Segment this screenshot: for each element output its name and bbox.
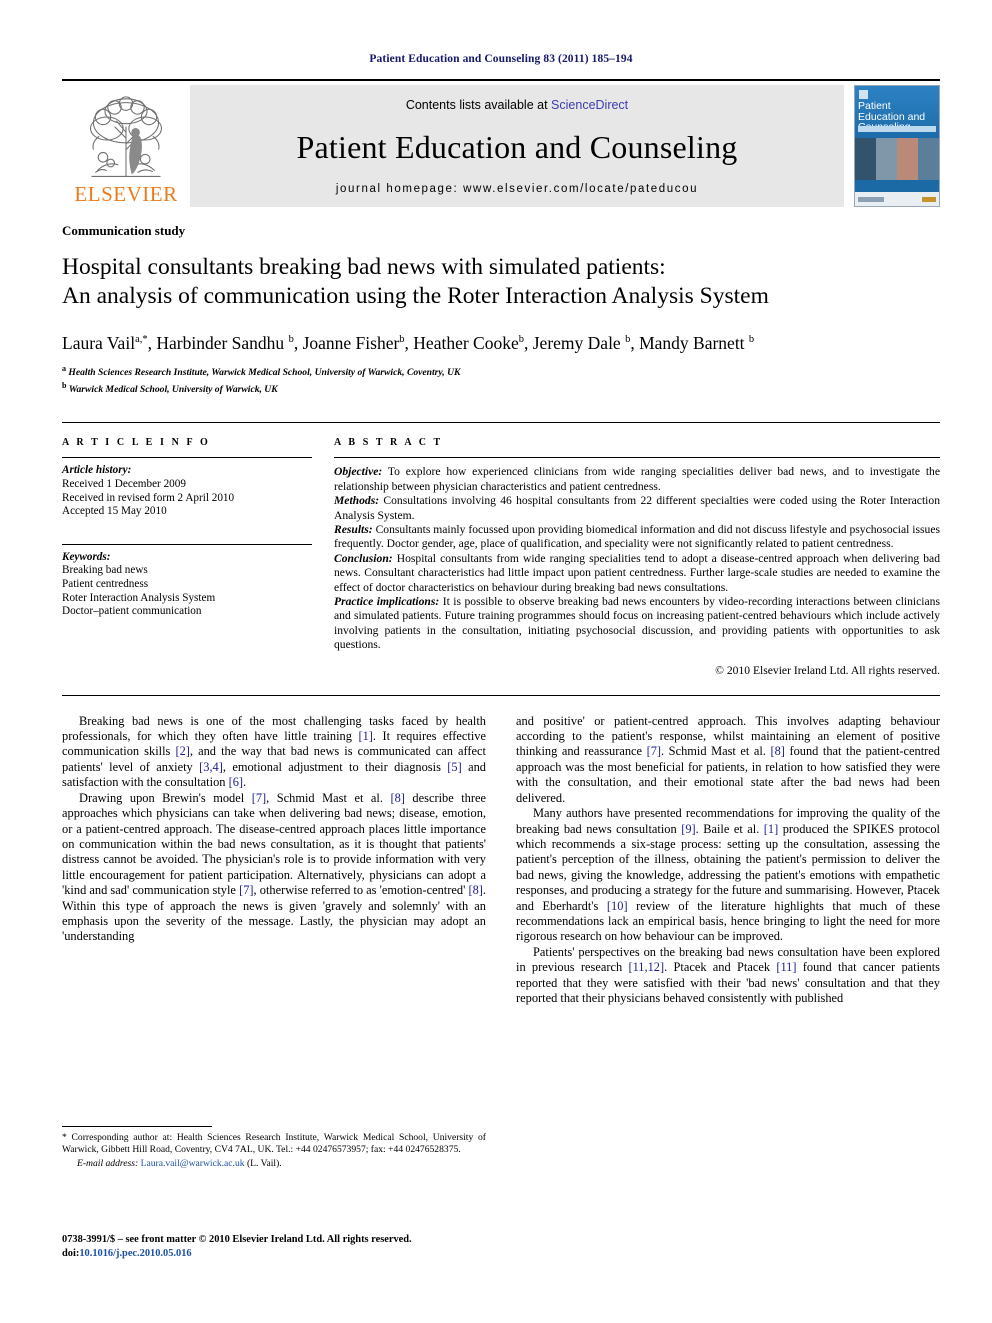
abstract-section-text: Consultations involving 46 hospital cons… (334, 494, 940, 522)
info-section-top-rule (62, 422, 940, 424)
body-top-rule (62, 694, 940, 696)
history-item: Received in revised form 2 April 2010 (62, 491, 235, 504)
body-paragraph: Patients' perspectives on the breaking b… (516, 944, 940, 1005)
elsevier-tree-icon (90, 96, 162, 177)
abstract-section-label: Objective: (334, 465, 383, 479)
doi-line: doi:10.1016/j.pec.2010.05.016 (62, 1247, 492, 1261)
abstract-section-label: Results: (334, 523, 373, 536)
article-info-column: A R T I C L E I N F O Article history: R… (62, 437, 312, 676)
keyword-item: Doctor–patient communication (62, 605, 202, 618)
keyword-item: Breaking bad news (62, 564, 148, 577)
contents-available-line: Contents lists available at ScienceDirec… (406, 98, 628, 112)
cover-photo-4 (918, 138, 939, 180)
article-title: Hospital consultants breaking bad news w… (62, 253, 940, 311)
doi-label: doi: (62, 1247, 80, 1259)
body-column-left: Breaking bad news is one of the most cha… (62, 714, 486, 1007)
abstract-section: Results: Consultants mainly focussed upo… (334, 523, 940, 552)
abstract-section-label: Methods: (334, 494, 380, 508)
cover-badge-mark (922, 196, 936, 202)
journal-article-page: Patient Education and Counseling 83 (201… (0, 0, 992, 1323)
journal-title: Patient Education and Counseling (296, 129, 738, 165)
article-info-heading: A R T I C L E I N F O (62, 437, 211, 449)
running-head: Patient Education and Counseling 83 (201… (369, 53, 633, 65)
footnote-area: * Corresponding author at: Health Scienc… (62, 1126, 486, 1171)
issn-footer: 0738-3991/$ – see front matter © 2010 El… (62, 1233, 492, 1260)
keyword-item: Patient centredness (62, 577, 149, 590)
cover-photo-1 (855, 138, 876, 180)
masthead-top-rule (62, 79, 940, 81)
affiliation-a: a Health Sciences Research Institute, Wa… (62, 364, 461, 379)
keywords-block: Keywords: Breaking bad news Patient cent… (62, 551, 312, 619)
abstract-section-text: Hospital consultants from wide ranging s… (334, 551, 940, 594)
journal-cover-thumbnail: Patient Education and Counseling (854, 85, 940, 207)
history-item: Received 1 December 2009 (62, 477, 186, 490)
abstract-copyright: © 2010 Elsevier Ireland Ltd. All rights … (715, 663, 940, 677)
abstract-section: Conclusion: Hospital consultants from wi… (334, 552, 940, 595)
journal-banner: Contents lists available at ScienceDirec… (190, 85, 844, 207)
abstract-heading: A B S T R A C T (334, 437, 443, 449)
elsevier-logo: ELSEVIER (62, 85, 190, 207)
cover-publisher-mark (858, 196, 884, 202)
issn-line: 0738-3991/$ – see front matter © 2010 El… (62, 1234, 412, 1245)
body-paragraph: Breaking bad news is one of the most cha… (62, 713, 486, 790)
keywords-label: Keywords: (62, 550, 111, 563)
article-history-block: Article history: Received 1 December 200… (62, 464, 312, 518)
article-title-line1: Hospital consultants breaking bad news w… (62, 254, 666, 280)
affiliation-b: b Warwick Medical School, University of … (62, 380, 278, 395)
cover-subtitle-band (858, 126, 936, 132)
abstract-section-label: Practice implications: (334, 595, 440, 609)
abstract-section: Methods: Consultations involving 46 hosp… (334, 494, 940, 523)
abstract-section-text: Consultants mainly focussed upon providi… (334, 523, 940, 551)
corresponding-author-note: * Corresponding author at: Health Scienc… (62, 1132, 486, 1156)
masthead: ELSEVIER Contents lists available at Sci… (62, 85, 940, 207)
keyword-item: Roter Interaction Analysis System (62, 591, 216, 604)
article-title-line2: An analysis of communication using the R… (62, 283, 769, 309)
cover-photo-montage (855, 138, 939, 180)
sciencedirect-link[interactable]: ScienceDirect (551, 98, 628, 112)
body-paragraph: Many authors have presented recommendati… (516, 806, 940, 944)
body-paragraph: Drawing upon Brewin's model [7], Schmid … (62, 790, 487, 944)
cover-footer-band (855, 192, 939, 206)
article-section-label: Communication study (62, 223, 186, 238)
body-columns: Breaking bad news is one of the most cha… (62, 714, 940, 1007)
elsevier-wordmark: ELSEVIER (74, 182, 178, 206)
article-info-rule (62, 457, 312, 459)
body-column-right: and positive' or patient-centred approac… (516, 714, 940, 1007)
author-list: Laura Vaila,*, Harbinder Sandhu b, Joann… (62, 333, 755, 353)
doi-link[interactable]: 10.1016/j.pec.2010.05.016 (79, 1248, 191, 1259)
article-history-label: Article history: (62, 464, 132, 477)
footnote-rule (62, 1126, 212, 1127)
abstract-section-label: Conclusion: (334, 551, 393, 565)
abstract-section-text: To explore how experienced clinicians fr… (334, 465, 940, 493)
keywords-rule (62, 543, 312, 545)
journal-homepage-link[interactable]: journal homepage: www.elsevier.com/locat… (336, 183, 698, 195)
abstract-column: A B S T R A C T Objective: To explore ho… (334, 437, 940, 677)
email-link[interactable]: Laura.vail@warwick.ac.uk (141, 1158, 245, 1169)
email-suffix: (L. Vail). (246, 1158, 282, 1170)
contents-prefix: Contents lists available at (405, 98, 548, 112)
info-abstract-grid: A R T I C L E I N F O Article history: R… (62, 437, 940, 677)
cover-photo-3 (897, 138, 918, 180)
body-paragraph: and positive' or patient-centred approac… (516, 713, 940, 805)
cover-logo-mark (859, 90, 868, 99)
abstract-rule (334, 457, 940, 459)
email-note: E-mail address: Laura.vail@warwick.ac.uk… (62, 1158, 486, 1170)
page-content: Patient Education and Counseling 83 (201… (62, 0, 940, 1006)
abstract-section: Objective: To explore how experienced cl… (334, 465, 940, 494)
abstract-section: Practice implications: It is possible to… (334, 595, 940, 653)
email-label: E-mail address: (77, 1158, 139, 1170)
affiliations: a Health Sciences Research Institute, Wa… (62, 363, 940, 396)
cover-photo-2 (876, 138, 897, 180)
history-item: Accepted 15 May 2010 (62, 505, 167, 518)
